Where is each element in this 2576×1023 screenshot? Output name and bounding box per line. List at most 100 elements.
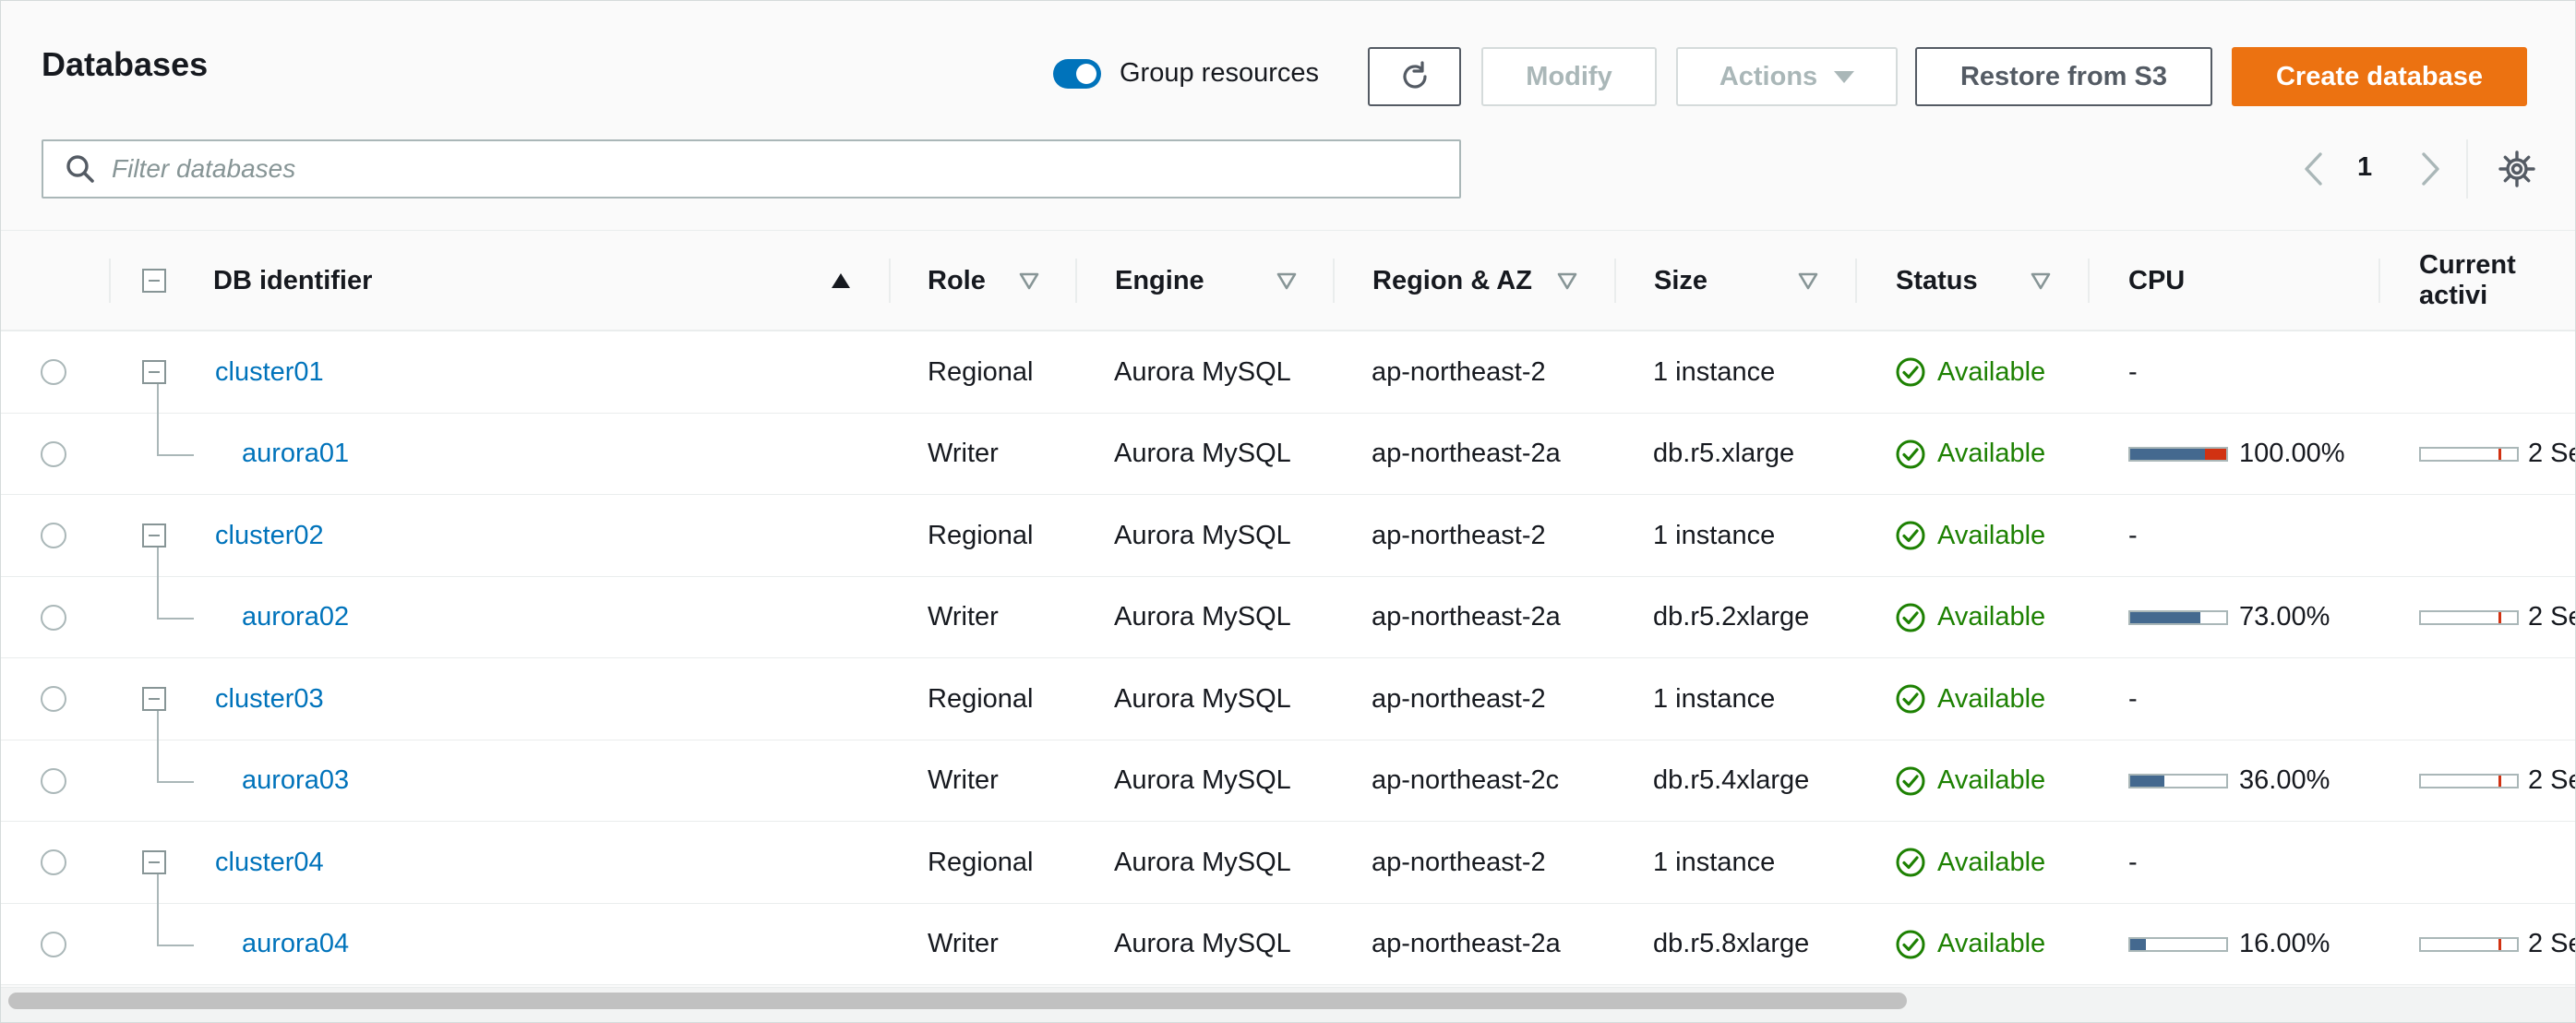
role-cell: Regional	[928, 356, 1034, 387]
column-header-role[interactable]: Role	[928, 231, 986, 331]
db-identifier-link[interactable]: cluster04	[215, 822, 324, 903]
activity-text: 2 Se	[2528, 602, 2575, 632]
modify-button[interactable]: Modify	[1481, 47, 1657, 106]
gear-icon[interactable]	[2497, 149, 2537, 189]
collapse-group-icon[interactable]	[142, 524, 166, 548]
sort-icon[interactable]	[2030, 270, 2052, 292]
role-cell: Writer	[928, 765, 999, 795]
sort-ascending-icon[interactable]	[830, 270, 852, 292]
sort-icon[interactable]	[1556, 270, 1578, 292]
column-header-region-az[interactable]: Region & AZ	[1372, 231, 1532, 331]
row-select-radio[interactable]	[41, 523, 66, 548]
current-activity-cell: 2 Se	[2419, 414, 2575, 495]
refresh-button[interactable]	[1368, 47, 1461, 106]
status-cell: Available	[1895, 577, 2045, 658]
cpu-utilization-fill	[2130, 775, 2165, 787]
cpu-over-threshold-fill	[2205, 448, 2226, 460]
collapse-group-icon[interactable]	[142, 687, 166, 711]
status-cell: Available	[1895, 822, 2045, 903]
current-activity-cell: 2 Se	[2419, 904, 2575, 985]
cpu-cell: 36.00%	[2128, 740, 2330, 822]
db-identifier-link[interactable]: cluster03	[215, 658, 324, 740]
check-circle-icon	[1896, 930, 1925, 958]
role-cell: Regional	[928, 683, 1034, 714]
db-identifier-link[interactable]: cluster01	[215, 331, 324, 413]
databases-table-body: cluster01 Regional Aurora MySQL ap-northeas…	[1, 331, 2575, 985]
db-identifier-link[interactable]: cluster02	[215, 495, 324, 576]
tree-line	[157, 874, 159, 904]
cpu-cell: -	[2128, 683, 2138, 714]
size-cell: 1 instance	[1653, 683, 1776, 714]
toggle-switch[interactable]	[1053, 58, 1101, 89]
row-select-radio[interactable]	[41, 767, 66, 794]
activity-threshold-marker	[2498, 938, 2501, 950]
check-circle-icon	[1896, 766, 1925, 795]
sort-icon[interactable]	[1018, 270, 1040, 292]
row-select-radio[interactable]	[41, 604, 66, 631]
region-az-cell: ap-northeast-2	[1372, 683, 1546, 714]
column-header-current-activity[interactable]: Current activi	[2419, 231, 2575, 331]
status-text: Available	[1937, 356, 2046, 387]
column-header-cpu[interactable]: CPU	[2128, 231, 2185, 331]
row-select-radio[interactable]	[41, 440, 66, 467]
check-circle-icon	[1896, 603, 1925, 632]
search-input[interactable]	[110, 153, 1406, 185]
table-row[interactable]: cluster03 Regional Aurora MySQL ap-northeas…	[1, 658, 2575, 740]
db-identifier-link[interactable]: aurora03	[242, 740, 349, 822]
cpu-utilization-bar	[2128, 773, 2228, 788]
activity-bar	[2419, 609, 2519, 625]
current-page-number[interactable]: 1	[2357, 152, 2372, 183]
region-az-cell: ap-northeast-2a	[1372, 929, 1561, 958]
row-select-radio[interactable]	[41, 931, 66, 957]
cpu-utilization-bar	[2128, 936, 2228, 952]
check-circle-icon	[1896, 357, 1925, 387]
db-identifier-link[interactable]: aurora02	[242, 577, 349, 658]
group-resources-toggle[interactable]: Group resources	[1053, 58, 1319, 89]
sort-icon[interactable]	[1797, 270, 1819, 292]
table-row[interactable]: aurora02 Writer Aurora MySQL ap-northeast-2…	[1, 576, 2575, 658]
collapse-group-icon[interactable]	[142, 850, 166, 874]
check-circle-icon	[1896, 439, 1925, 468]
create-database-button[interactable]: Create database	[2232, 47, 2527, 106]
table-row[interactable]: cluster01 Regional Aurora MySQL ap-northeas…	[1, 331, 2575, 414]
activity-text: 2 Se	[2528, 765, 2575, 795]
cpu-cell: -	[2128, 847, 2138, 877]
collapse-group-icon[interactable]	[142, 360, 166, 384]
scrollbar-thumb[interactable]	[8, 993, 1907, 1009]
role-cell: Writer	[928, 439, 999, 468]
column-header-engine[interactable]: Engine	[1115, 231, 1204, 331]
table-row[interactable]: aurora04 Writer Aurora MySQL ap-northeast-2…	[1, 903, 2575, 985]
column-header-db-identifier[interactable]: DB identifier	[213, 231, 372, 331]
activity-threshold-marker	[2498, 448, 2501, 460]
cpu-percent: 100.00%	[2239, 439, 2345, 468]
column-header-status[interactable]: Status	[1896, 231, 1978, 331]
table-header: DB identifier Role Engine Region & AZ Si…	[1, 230, 2575, 331]
table-row[interactable]: aurora03 Writer Aurora MySQL ap-northeast-2…	[1, 740, 2575, 822]
table-row[interactable]: cluster04 Regional Aurora MySQL ap-northeas…	[1, 822, 2575, 904]
db-identifier-link[interactable]: aurora01	[242, 414, 349, 495]
panel-header: Databases Group resources Modify Actions…	[1, 1, 2575, 230]
cpu-utilization-bar	[2128, 446, 2228, 462]
next-page-icon[interactable]	[2412, 149, 2449, 189]
status-text: Available	[1937, 847, 2046, 877]
row-select-radio[interactable]	[41, 359, 66, 385]
actions-button[interactable]: Actions	[1676, 47, 1898, 106]
db-identifier-link[interactable]: aurora04	[242, 904, 349, 985]
row-select-radio[interactable]	[41, 849, 66, 875]
check-circle-icon	[1896, 848, 1925, 877]
table-row[interactable]: aurora01 Writer Aurora MySQL ap-northeast-2…	[1, 413, 2575, 495]
row-select-radio[interactable]	[41, 686, 66, 712]
activity-threshold-marker	[2498, 611, 2501, 623]
collapse-all-icon[interactable]	[142, 269, 166, 293]
status-text: Available	[1937, 520, 2046, 550]
column-header-size[interactable]: Size	[1654, 231, 1707, 331]
restore-from-s3-button[interactable]: Restore from S3	[1915, 47, 2212, 106]
cpu-percent: 36.00%	[2239, 765, 2330, 795]
table-row[interactable]: cluster02 Regional Aurora MySQL ap-northeas…	[1, 495, 2575, 577]
caret-down-icon	[1834, 70, 1855, 83]
role-cell: Regional	[928, 847, 1034, 877]
column-separator	[2378, 259, 2380, 303]
sort-icon[interactable]	[1276, 270, 1298, 292]
tree-line	[157, 903, 159, 945]
previous-page-icon[interactable]	[2295, 149, 2332, 189]
